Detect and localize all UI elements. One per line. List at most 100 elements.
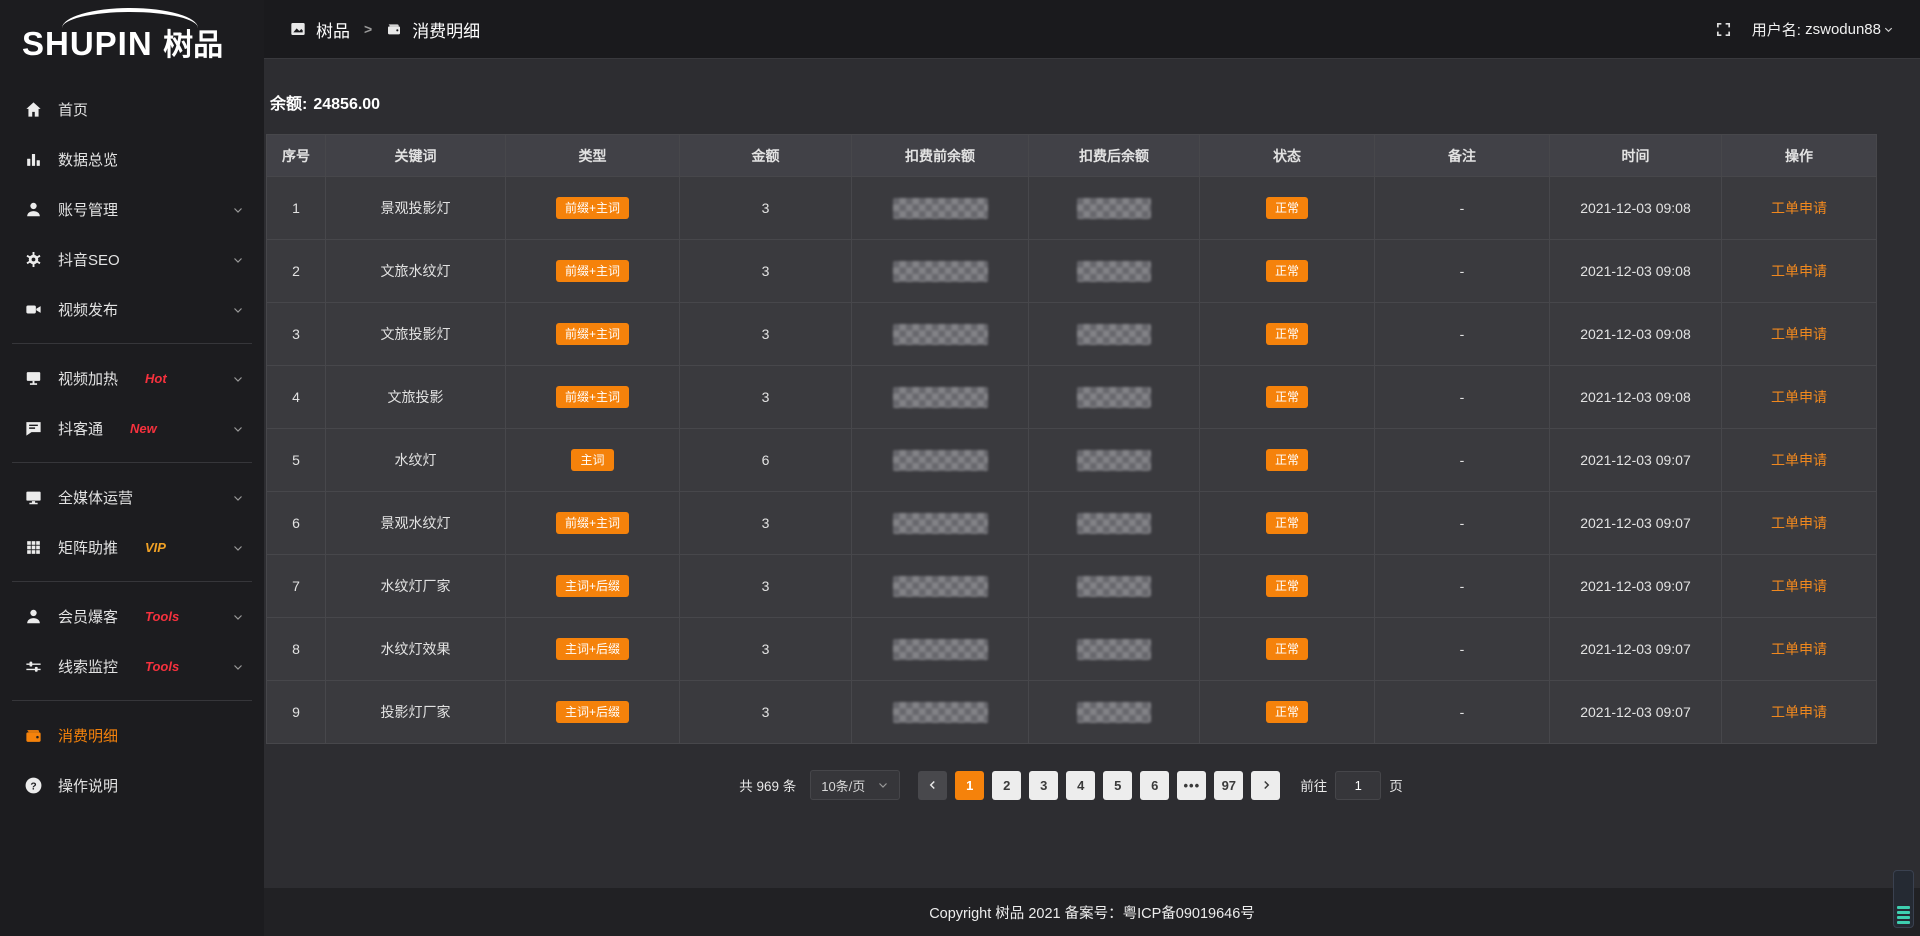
cell-amount: 3	[680, 555, 852, 618]
page-button-1[interactable]: 1	[955, 771, 984, 800]
work-order-link[interactable]: 工单申请	[1771, 200, 1827, 216]
floating-widget[interactable]	[1893, 870, 1914, 928]
page-button-6[interactable]: 6	[1140, 771, 1169, 800]
consumption-table: 序号关键词类型金额扣费前余额扣费后余额状态备注时间操作 1景观投影灯前缀+主词3…	[266, 134, 1877, 744]
user-name: zswodun88	[1805, 21, 1881, 38]
work-order-link[interactable]: 工单申请	[1771, 452, 1827, 468]
screen-icon	[24, 369, 43, 388]
table-row: 2文旅水纹灯前缀+主词3正常-2021-12-03 09:08工单申请	[267, 240, 1877, 303]
work-order-link[interactable]: 工单申请	[1771, 578, 1827, 594]
cell-balance-after	[1029, 303, 1200, 366]
work-order-link[interactable]: 工单申请	[1771, 389, 1827, 405]
more-pages-button[interactable]: •••	[1177, 771, 1206, 800]
work-order-link[interactable]: 工单申请	[1771, 326, 1827, 342]
footer: Copyright 树品 2021 备案号：粤ICP备09019646号	[264, 888, 1920, 936]
cell-action: 工单申请	[1722, 618, 1877, 681]
status-badge: 正常	[1266, 386, 1308, 408]
balance-value: 24856.00	[313, 96, 380, 113]
masked-value	[893, 198, 988, 219]
next-page-button[interactable]	[1251, 771, 1280, 800]
cell-index: 4	[267, 366, 326, 429]
cell-time: 2021-12-03 09:08	[1550, 240, 1722, 303]
page-size-select[interactable]: 10条/页	[810, 770, 900, 800]
cell-time: 2021-12-03 09:08	[1550, 303, 1722, 366]
work-order-link[interactable]: 工单申请	[1771, 641, 1827, 657]
column-header: 金额	[680, 135, 852, 177]
cell-balance-before	[852, 618, 1029, 681]
masked-value	[1077, 198, 1151, 219]
masked-value	[1077, 639, 1151, 660]
table-row: 5水纹灯主词6正常-2021-12-03 09:07工单申请	[267, 429, 1877, 492]
sidebar-item-16[interactable]: ?操作说明	[0, 760, 264, 810]
column-header: 操作	[1722, 135, 1877, 177]
sidebar-item-1[interactable]: 数据总览	[0, 134, 264, 184]
cell-remark: -	[1375, 240, 1550, 303]
cell-keyword: 景观投影灯	[326, 177, 506, 240]
sidebar-item-badge: Hot	[145, 371, 167, 386]
page-button-5[interactable]: 5	[1103, 771, 1132, 800]
cell-remark: -	[1375, 618, 1550, 681]
cell-action: 工单申请	[1722, 492, 1877, 555]
cell-amount: 3	[680, 303, 852, 366]
sidebar-item-12[interactable]: 会员爆客Tools	[0, 591, 264, 641]
cell-type: 主词+后缀	[506, 681, 680, 744]
work-order-link[interactable]: 工单申请	[1771, 704, 1827, 720]
cell-status: 正常	[1200, 366, 1375, 429]
masked-value	[893, 450, 988, 471]
pagination: 共 969 条10条/页123456•••97前往页	[266, 770, 1876, 800]
cell-keyword: 水纹灯效果	[326, 618, 506, 681]
page-button-2[interactable]: 2	[992, 771, 1021, 800]
cell-remark: -	[1375, 303, 1550, 366]
cell-balance-before	[852, 303, 1029, 366]
table-row: 7水纹灯厂家主词+后缀3正常-2021-12-03 09:07工单申请	[267, 555, 1877, 618]
prev-page-button[interactable]	[918, 771, 947, 800]
wallet-icon	[386, 21, 402, 37]
work-order-link[interactable]: 工单申请	[1771, 263, 1827, 279]
sidebar-item-9[interactable]: 全媒体运营	[0, 472, 264, 522]
sidebar-item-6[interactable]: 视频加热 Hot	[0, 353, 264, 403]
breadcrumb-item-app[interactable]: 树品	[316, 17, 350, 42]
sidebar-item-label: 抖音SEO	[58, 249, 120, 270]
cell-amount: 3	[680, 618, 852, 681]
page-button-3[interactable]: 3	[1029, 771, 1058, 800]
monitor-icon	[24, 488, 43, 507]
fullscreen-icon[interactable]	[1715, 21, 1732, 38]
page-button-4[interactable]: 4	[1066, 771, 1095, 800]
cell-keyword: 文旅投影	[326, 366, 506, 429]
column-header: 备注	[1375, 135, 1550, 177]
sidebar-item-label: 数据总览	[58, 149, 118, 170]
sidebar-item-label: 视频加热	[58, 368, 118, 389]
cell-balance-before	[852, 240, 1029, 303]
sidebar-item-2[interactable]: 账号管理	[0, 184, 264, 234]
sidebar-item-7[interactable]: 抖客通New	[0, 403, 264, 453]
cell-status: 正常	[1200, 429, 1375, 492]
sidebar-item-label: 视频发布	[58, 299, 118, 320]
chevron-down-icon	[232, 303, 244, 315]
cell-status: 正常	[1200, 555, 1375, 618]
user-area: 用户名: zswodun88	[1715, 19, 1894, 40]
cell-remark: -	[1375, 177, 1550, 240]
type-tag: 前缀+主词	[556, 260, 629, 282]
sidebar-item-0[interactable]: 首页	[0, 84, 264, 134]
cell-action: 工单申请	[1722, 303, 1877, 366]
sidebar-item-3[interactable]: 抖音SEO	[0, 234, 264, 284]
sidebar-item-4[interactable]: 视频发布	[0, 284, 264, 334]
cell-status: 正常	[1200, 492, 1375, 555]
breadcrumb-separator: >	[364, 21, 372, 37]
work-order-link[interactable]: 工单申请	[1771, 515, 1827, 531]
sidebar-item-label: 抖客通	[58, 418, 103, 439]
goto-page-input[interactable]	[1335, 771, 1381, 800]
chevron-right-icon	[1260, 779, 1272, 791]
sidebar-item-badge: Tools	[145, 609, 179, 624]
sidebar-divider	[12, 700, 252, 701]
brand-name-en: SHUPIN	[22, 25, 153, 62]
sidebar-item-15[interactable]: 消费明细	[0, 710, 264, 760]
balance: 余额:24856.00	[264, 60, 1920, 134]
user-dropdown[interactable]: 用户名: zswodun88	[1752, 19, 1894, 40]
sidebar-item-13[interactable]: 线索监控Tools	[0, 641, 264, 691]
cell-balance-before	[852, 681, 1029, 744]
cell-status: 正常	[1200, 681, 1375, 744]
page-button-97[interactable]: 97	[1214, 771, 1243, 800]
sidebar-item-10[interactable]: 矩阵助推VIP	[0, 522, 264, 572]
type-tag: 主词+后缀	[556, 575, 629, 597]
